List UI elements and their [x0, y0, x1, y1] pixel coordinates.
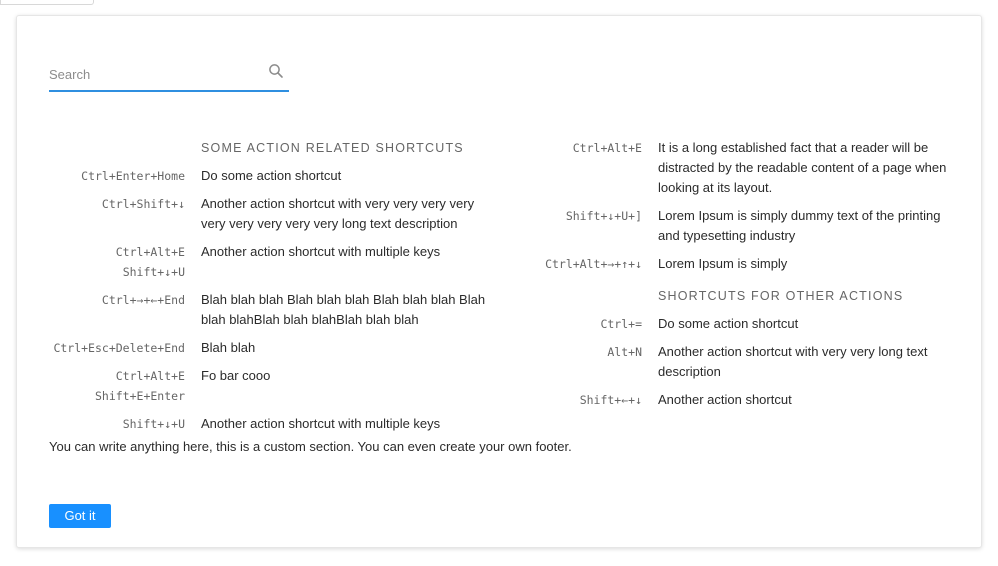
shortcut-keys: Ctrl+Alt+E Shift+↓+U	[49, 242, 201, 282]
shortcut-description: Another action shortcut with multiple ke…	[201, 416, 441, 431]
shortcut-description: Lorem Ipsum is simply dummy text of the …	[658, 208, 941, 243]
shortcut-key-combo: Ctrl+Enter+Home	[81, 169, 185, 183]
shortcut-keys: Shift+↓+U	[49, 414, 201, 434]
shortcut-key-combo: Shift+↓+U	[122, 417, 185, 431]
shortcut-row: Ctrl+= Do some action shortcut	[507, 314, 957, 334]
shortcut-keys: Shift+←+↓	[507, 390, 658, 410]
shortcut-keys: Ctrl+→+←+End	[49, 290, 201, 310]
shortcut-description: It is a long established fact that a rea…	[658, 140, 947, 195]
got-it-button[interactable]: Got it	[49, 504, 111, 528]
shortcut-description: Fo bar cooo	[201, 368, 271, 383]
shortcut-row: Alt+N Another action shortcut with very v…	[507, 342, 957, 382]
shortcut-row: Ctrl+Esc+Delete+End Blah blah	[49, 338, 489, 358]
shortcuts-dialog: SOME ACTION RELATED SHORTCUTS Ctrl+Enter…	[16, 15, 982, 548]
shortcut-description: Another action shortcut with very very v…	[201, 196, 475, 231]
shortcut-row: Shift+↓+U+] Lorem Ipsum is simply dummy t…	[507, 206, 957, 246]
shortcut-keys: Ctrl+Alt+E Shift+E+Enter	[49, 366, 201, 406]
shortcut-row: Ctrl+→+←+End Blah blah blah Blah blah bla…	[49, 290, 489, 330]
shortcut-keys: Ctrl+=	[507, 314, 658, 334]
shortcut-description: Another action shortcut with very very l…	[658, 344, 928, 379]
shortcut-key-combo: Ctrl+Alt+E	[115, 369, 185, 383]
shortcut-description: Lorem Ipsum is simply	[658, 256, 788, 271]
shortcut-key-combo: Ctrl+=	[600, 317, 642, 331]
right-shortcut-list: Ctrl+= Do some action shortcut Alt+N Anothe…	[507, 314, 957, 410]
shortcut-description: Blah blah	[201, 340, 256, 355]
shortcut-keys: Ctrl+Esc+Delete+End	[49, 338, 201, 358]
top-tab-fragment	[0, 0, 94, 5]
shortcut-description: Do some action shortcut	[201, 168, 342, 183]
shortcut-key-combo: Ctrl+Esc+Delete+End	[53, 341, 185, 355]
right-column: Ctrl+Alt+E It is a long established fact …	[507, 138, 957, 418]
shortcut-description: Another action shortcut	[658, 392, 792, 407]
shortcut-row: Ctrl+Shift+↓ Another action shortcut with…	[49, 194, 489, 234]
search-icon[interactable]	[268, 63, 284, 79]
shortcut-key-combo: Ctrl+Shift+↓	[101, 197, 185, 211]
shortcut-key-combo: Ctrl+Alt+E	[115, 245, 185, 259]
footer-text: You can write anything here, this is a c…	[49, 439, 572, 454]
shortcut-row: Ctrl+Alt+E It is a long established fact …	[507, 138, 957, 198]
shortcut-keys: Shift+↓+U+]	[507, 206, 658, 226]
shortcut-key-combo: Shift+↓+U	[122, 265, 185, 279]
search-input[interactable]	[49, 63, 259, 85]
shortcut-keys: Ctrl+Shift+↓	[49, 194, 201, 214]
shortcut-description: Another action shortcut with multiple ke…	[201, 244, 441, 259]
right-top-shortcut-list: Ctrl+Alt+E It is a long established fact …	[507, 138, 957, 274]
shortcut-key-combo: Ctrl+Alt+→+↑+↓	[545, 257, 642, 271]
shortcut-row: Ctrl+Alt+E Shift+E+Enter Fo bar cooo	[49, 366, 489, 406]
group-title-action-shortcuts: SOME ACTION RELATED SHORTCUTS	[201, 141, 464, 155]
shortcut-row: Ctrl+Enter+Home Do some action shortcut	[49, 166, 489, 186]
shortcut-row: Ctrl+Alt+E Shift+↓+U Another action shortc…	[49, 242, 489, 282]
shortcut-key-combo: Ctrl+→+←+End	[101, 293, 185, 307]
shortcut-key-combo: Shift+E+Enter	[94, 389, 185, 403]
left-column: SOME ACTION RELATED SHORTCUTS Ctrl+Enter…	[49, 138, 489, 442]
shortcut-keys: Ctrl+Alt+→+↑+↓	[507, 254, 658, 274]
shortcut-row: Shift+↓+U Another action shortcut with mu…	[49, 414, 489, 434]
shortcut-key-combo: Shift+↓+U+]	[565, 209, 642, 223]
search-box	[49, 63, 289, 92]
shortcut-keys: Alt+N	[507, 342, 658, 362]
shortcut-key-combo: Shift+←+↓	[579, 393, 642, 407]
shortcut-row: Shift+←+↓ Another action shortcut	[507, 390, 957, 410]
left-shortcut-list: Ctrl+Enter+Home Do some action shortcut Ct…	[49, 166, 489, 434]
shortcut-key-combo: Alt+N	[607, 345, 642, 359]
shortcut-row: Ctrl+Alt+→+↑+↓ Lorem Ipsum is simply	[507, 254, 957, 274]
shortcut-description: Blah blah blah Blah blah blah Blah blah …	[201, 292, 486, 327]
group-title-other-actions: SHORTCUTS FOR OTHER ACTIONS	[658, 289, 904, 303]
shortcut-description: Do some action shortcut	[658, 316, 799, 331]
shortcut-key-combo: Ctrl+Alt+E	[572, 141, 642, 155]
shortcut-keys: Ctrl+Alt+E	[507, 138, 658, 158]
shortcut-keys: Ctrl+Enter+Home	[49, 166, 201, 186]
